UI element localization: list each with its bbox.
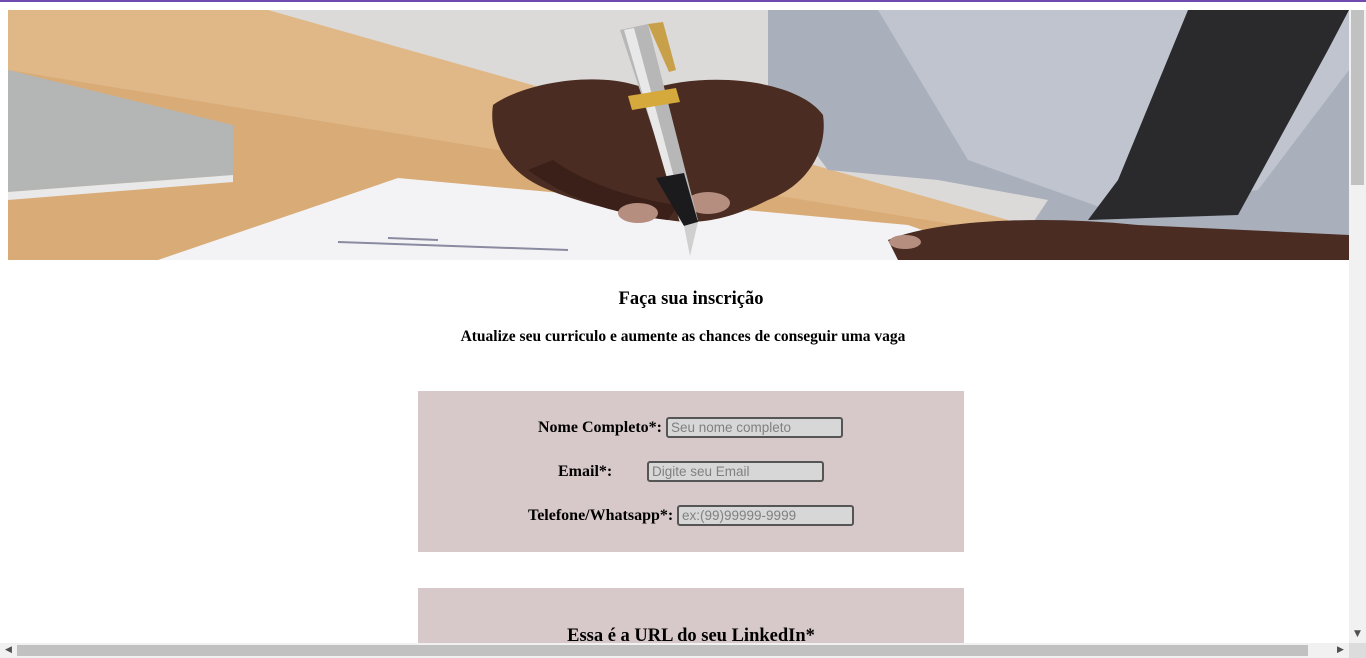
email-label: Email*: — [558, 463, 613, 480]
horizontal-scroll-thumb[interactable] — [17, 645, 1308, 656]
page-title: Faça sua inscrição — [618, 289, 764, 309]
full-name-input[interactable] — [666, 417, 843, 438]
linkedin-panel: Essa é a URL do seu LinkedIn* — [418, 588, 964, 648]
vertical-scroll-thumb[interactable] — [1351, 10, 1364, 185]
hero-image — [8, 10, 1349, 260]
vertical-scrollbar[interactable]: ▼ — [1349, 10, 1366, 643]
scroll-left-icon[interactable]: ◀ — [0, 643, 17, 658]
top-accent-bar — [0, 0, 1366, 2]
hero-illustration — [8, 10, 1349, 260]
scroll-down-icon[interactable]: ▼ — [1349, 626, 1366, 643]
horizontal-scrollbar[interactable]: ◀ ▶ — [0, 643, 1349, 658]
phone-label: Telefone/Whatsapp*: — [528, 507, 674, 524]
page-subtitle: Atualize seu curriculo e aumente as chan… — [460, 328, 906, 345]
phone-row: Telefone/Whatsapp*: — [418, 505, 964, 527]
full-name-row: Nome Completo*: — [418, 417, 964, 439]
contact-form-panel: Nome Completo*: Email*: Telefone/Whatsap… — [418, 391, 964, 552]
phone-input[interactable] — [677, 505, 854, 526]
scrollbar-corner — [1349, 643, 1366, 658]
email-row: Email*: — [418, 461, 964, 483]
scroll-right-icon[interactable]: ▶ — [1332, 643, 1349, 658]
full-name-label: Nome Completo*: — [538, 419, 662, 436]
email-input[interactable] — [647, 461, 824, 482]
